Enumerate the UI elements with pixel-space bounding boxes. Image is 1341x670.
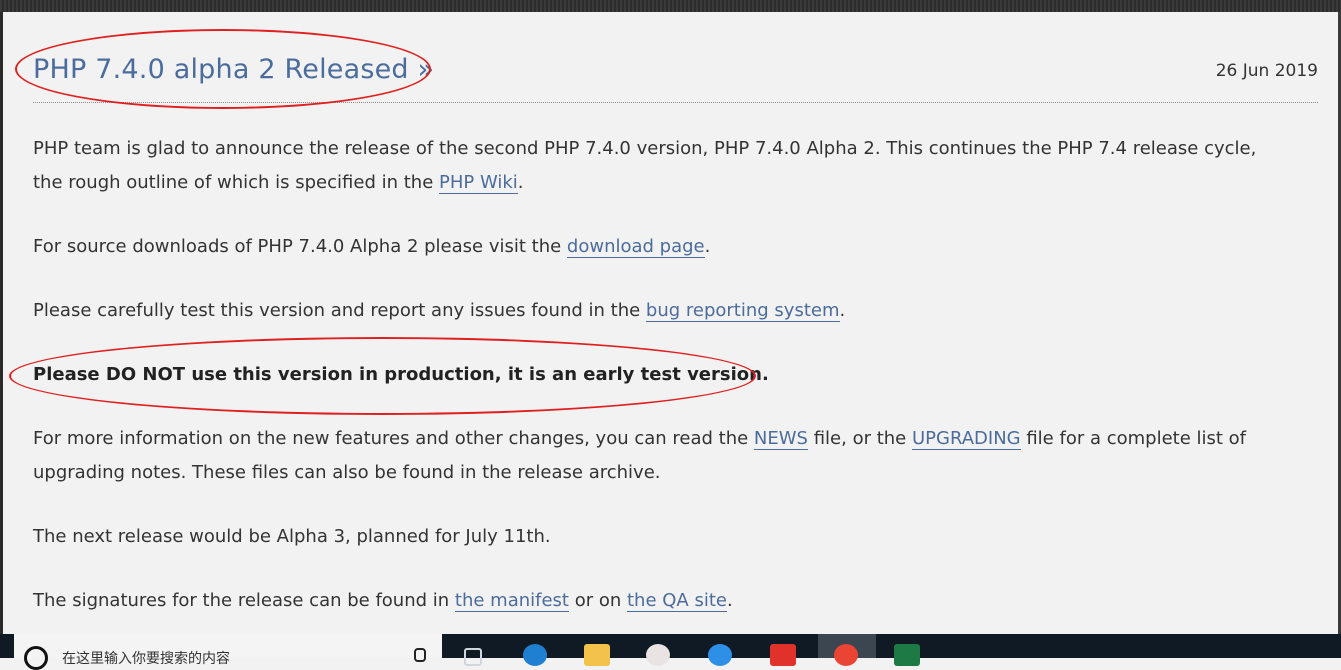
app-icon-blue[interactable] — [708, 644, 732, 666]
paragraph-intro: PHP team is glad to announce the release… — [33, 138, 1257, 194]
chrome-icon[interactable] — [834, 644, 858, 666]
article-date: 26 Jun 2019 — [1215, 61, 1318, 81]
paragraph-testing: Please carefully test this version and r… — [33, 300, 846, 322]
window-top-edge — [0, 0, 1341, 12]
php-wiki-link[interactable]: PHP Wiki — [438, 172, 518, 194]
qa-site-link[interactable]: the QA site — [627, 590, 727, 612]
excel-icon[interactable] — [894, 644, 920, 666]
task-view-icon[interactable] — [464, 648, 482, 666]
download-page-link[interactable]: download page — [566, 236, 705, 258]
active-app-highlight — [818, 634, 876, 666]
article-title-link[interactable]: PHP 7.4.0 alpha 2 Released » — [33, 54, 434, 85]
paragraph-more-info: For more information on the new features… — [33, 428, 1247, 483]
production-warning: Please DO NOT use this version in produc… — [33, 364, 769, 385]
taskbar-search-box[interactable]: 在这里输入你要搜索的内容 — [14, 634, 442, 670]
article-header: PHP 7.4.0 alpha 2 Released » 26 Jun 2019 — [33, 54, 1318, 103]
edge-icon[interactable] — [523, 644, 547, 666]
search-icon — [24, 646, 48, 670]
app-icon[interactable] — [646, 644, 670, 666]
manifest-link[interactable]: the manifest — [454, 590, 569, 612]
microphone-icon[interactable] — [414, 648, 426, 662]
window-left-edge — [0, 12, 3, 634]
news-article: PHP 7.4.0 alpha 2 Released » 26 Jun 2019… — [33, 12, 1318, 634]
bug-reporting-link[interactable]: bug reporting system — [645, 300, 840, 322]
upgrading-file-link[interactable]: UPGRADING — [911, 428, 1021, 450]
taskbar-search-placeholder: 在这里输入你要搜索的内容 — [62, 651, 230, 667]
app-icon-red[interactable] — [770, 644, 796, 666]
paragraph-next-release: The next release would be Alpha 3, plann… — [33, 526, 551, 547]
paragraph-warning: Please DO NOT use this version in produc… — [33, 358, 1283, 392]
paragraph-signatures: The signatures for the release can be fo… — [33, 590, 733, 612]
file-explorer-icon[interactable] — [584, 644, 610, 666]
windows-taskbar: 在这里输入你要搜索的内容 — [0, 634, 1341, 670]
paragraph-downloads: For source downloads of PHP 7.4.0 Alpha … — [33, 236, 711, 258]
news-file-link[interactable]: NEWS — [753, 428, 808, 450]
